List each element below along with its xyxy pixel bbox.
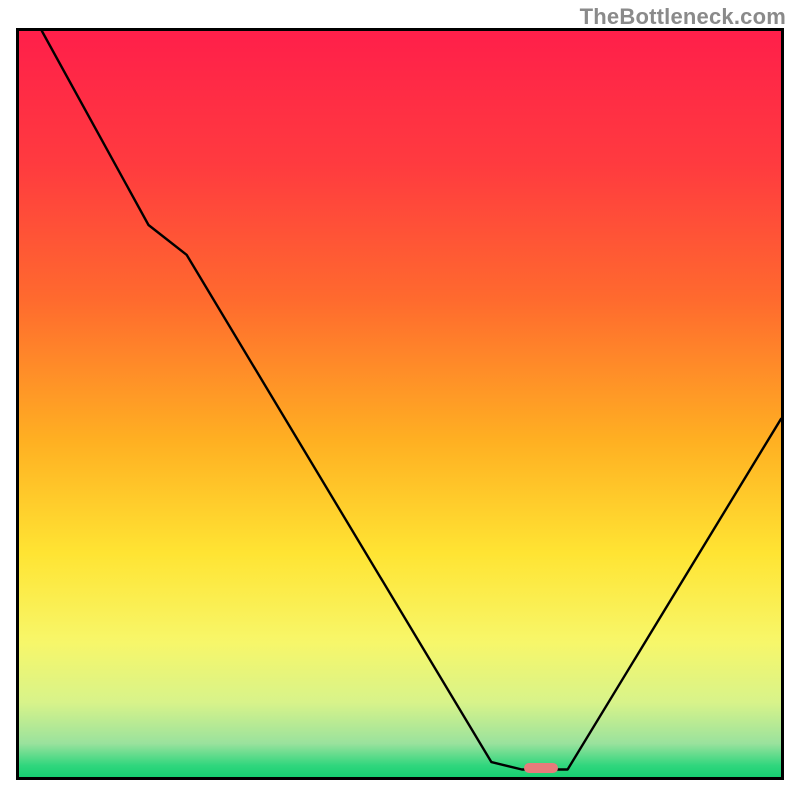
- plot-frame: [16, 28, 784, 780]
- watermark-text: TheBottleneck.com: [580, 4, 786, 30]
- bottleneck-curve-svg: [19, 31, 781, 777]
- plot-area: [19, 31, 781, 777]
- highlighted-point-marker: [524, 763, 558, 773]
- bottleneck-curve-path: [42, 31, 781, 770]
